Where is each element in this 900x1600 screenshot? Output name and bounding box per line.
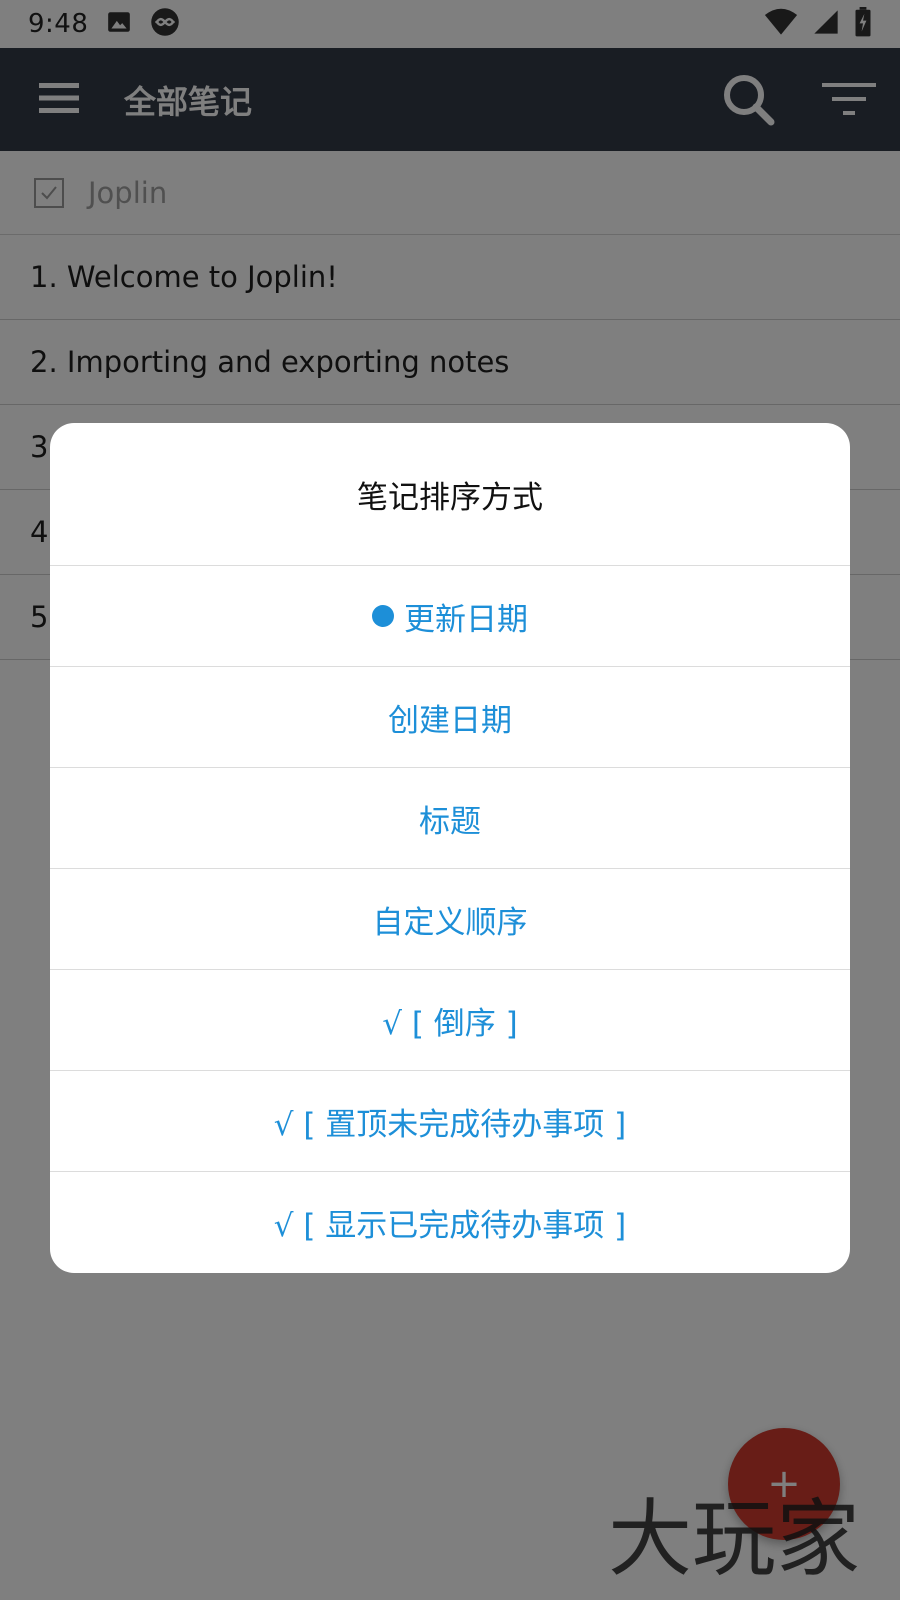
sort-option-label: 创建日期: [388, 702, 512, 739]
sort-option-label: √ [ 置顶未完成待办事项 ]: [273, 1106, 627, 1143]
toggle-reverse-order[interactable]: √ [ 倒序 ]: [50, 970, 850, 1071]
dialog-title: 笔记排序方式: [50, 423, 850, 566]
sort-option-label: 更新日期: [404, 601, 528, 638]
watermark-logo: 大玩家: [608, 1490, 860, 1588]
sort-dialog: 笔记排序方式 更新日期 创建日期 标题 自定义顺序 √ [ 倒序 ] √ [ 置…: [50, 423, 850, 1273]
sort-option-label: √ [ 倒序 ]: [382, 1005, 518, 1042]
sort-option-custom-order[interactable]: 自定义顺序: [50, 869, 850, 970]
sort-option-created-date[interactable]: 创建日期: [50, 667, 850, 768]
toggle-show-completed-todos[interactable]: √ [ 显示已完成待办事项 ]: [50, 1172, 850, 1273]
selected-dot-icon: [372, 605, 394, 627]
sort-option-label: √ [ 显示已完成待办事项 ]: [273, 1208, 627, 1244]
svg-text:大玩家: 大玩家: [608, 1490, 860, 1588]
sort-option-updated-date[interactable]: 更新日期: [50, 566, 850, 667]
toggle-pin-uncompleted-todos[interactable]: √ [ 置顶未完成待办事项 ]: [50, 1071, 850, 1172]
sort-option-label: 自定义顺序: [372, 904, 528, 941]
sort-option-title[interactable]: 标题: [50, 768, 850, 869]
sort-option-label: 标题: [419, 803, 481, 840]
